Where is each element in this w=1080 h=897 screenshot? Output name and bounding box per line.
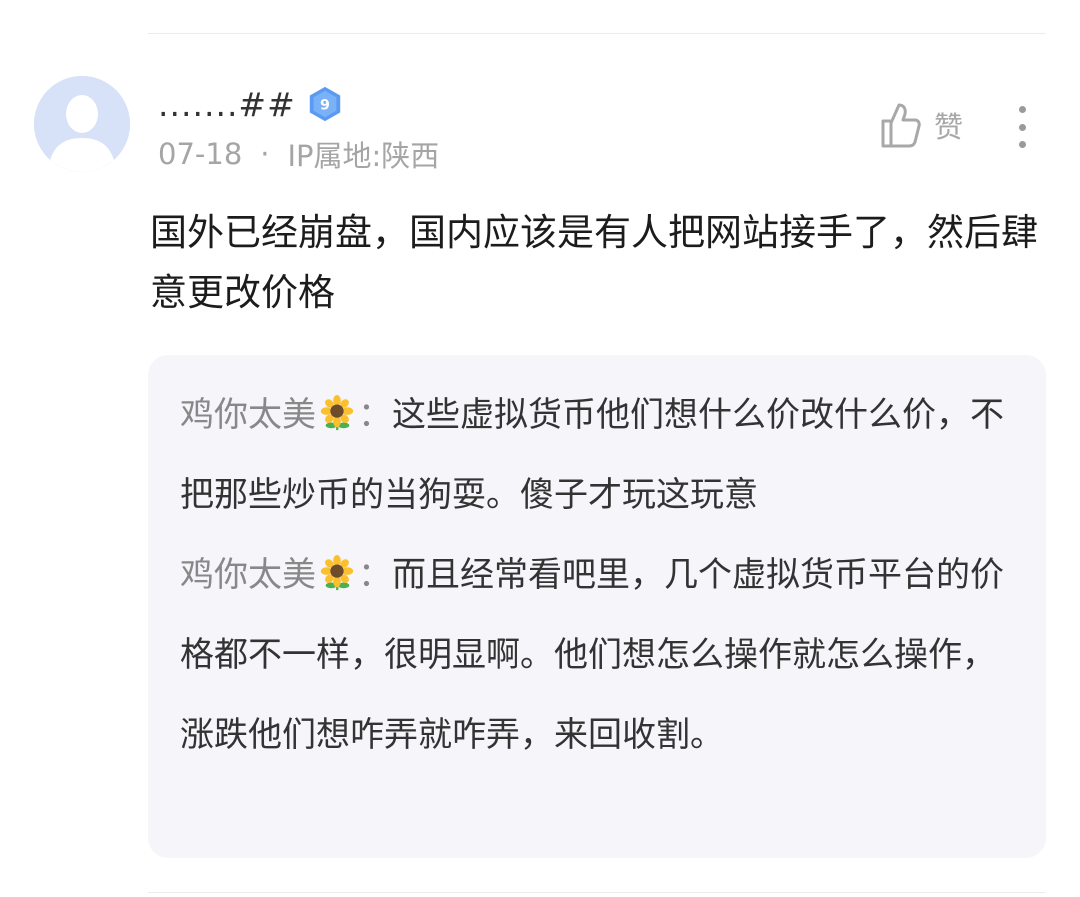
username[interactable]: .......## bbox=[158, 85, 296, 124]
reply-item[interactable]: 鸡你太美 ：而且经常看吧里，几个虚拟货币平台的价格都不一样，很明显啊。他们想怎么… bbox=[180, 535, 1016, 775]
bottom-divider bbox=[148, 892, 1046, 893]
reply-list[interactable]: 鸡你太美 ：这些虚拟货币他们想什么价改什么价，不把那些炒币的当狗耍。傻子才玩这玩… bbox=[148, 355, 1046, 858]
level-badge-icon: 9 bbox=[309, 86, 340, 122]
reply-item[interactable]: 鸡你太美 ：这些虚拟货币他们想什么价改什么价，不把那些炒币的当狗耍。傻子才玩这玩… bbox=[180, 375, 1016, 535]
default-avatar-icon bbox=[34, 76, 130, 172]
ip-location: IP属地:陕西 bbox=[287, 139, 440, 173]
comment-date: 07-18 bbox=[158, 137, 243, 171]
thumbs-up-icon bbox=[881, 103, 921, 148]
top-divider bbox=[148, 33, 1046, 34]
reply-author[interactable]: 鸡你太美 bbox=[180, 395, 316, 435]
like-label: 赞 bbox=[934, 110, 964, 144]
sunflower-icon bbox=[318, 554, 356, 592]
comment-meta: 07-18 · IP属地:陕西 bbox=[158, 133, 439, 175]
more-vertical-icon bbox=[1018, 106, 1026, 113]
reply-colon: ： bbox=[358, 395, 392, 435]
like-button[interactable]: 赞 bbox=[880, 101, 963, 149]
more-options-button[interactable] bbox=[1012, 106, 1032, 148]
username-row: .......## 9 bbox=[158, 84, 344, 124]
sunflower-icon bbox=[318, 394, 356, 432]
user-avatar[interactable] bbox=[34, 76, 130, 172]
level-number: 9 bbox=[320, 98, 330, 114]
comment-text[interactable]: 国外已经崩盘，国内应该是有人把网站接手了，然后肆意更改价格 bbox=[150, 203, 1040, 323]
meta-separator: · bbox=[260, 137, 270, 171]
reply-author[interactable]: 鸡你太美 bbox=[180, 555, 316, 595]
reply-colon: ： bbox=[358, 555, 392, 595]
